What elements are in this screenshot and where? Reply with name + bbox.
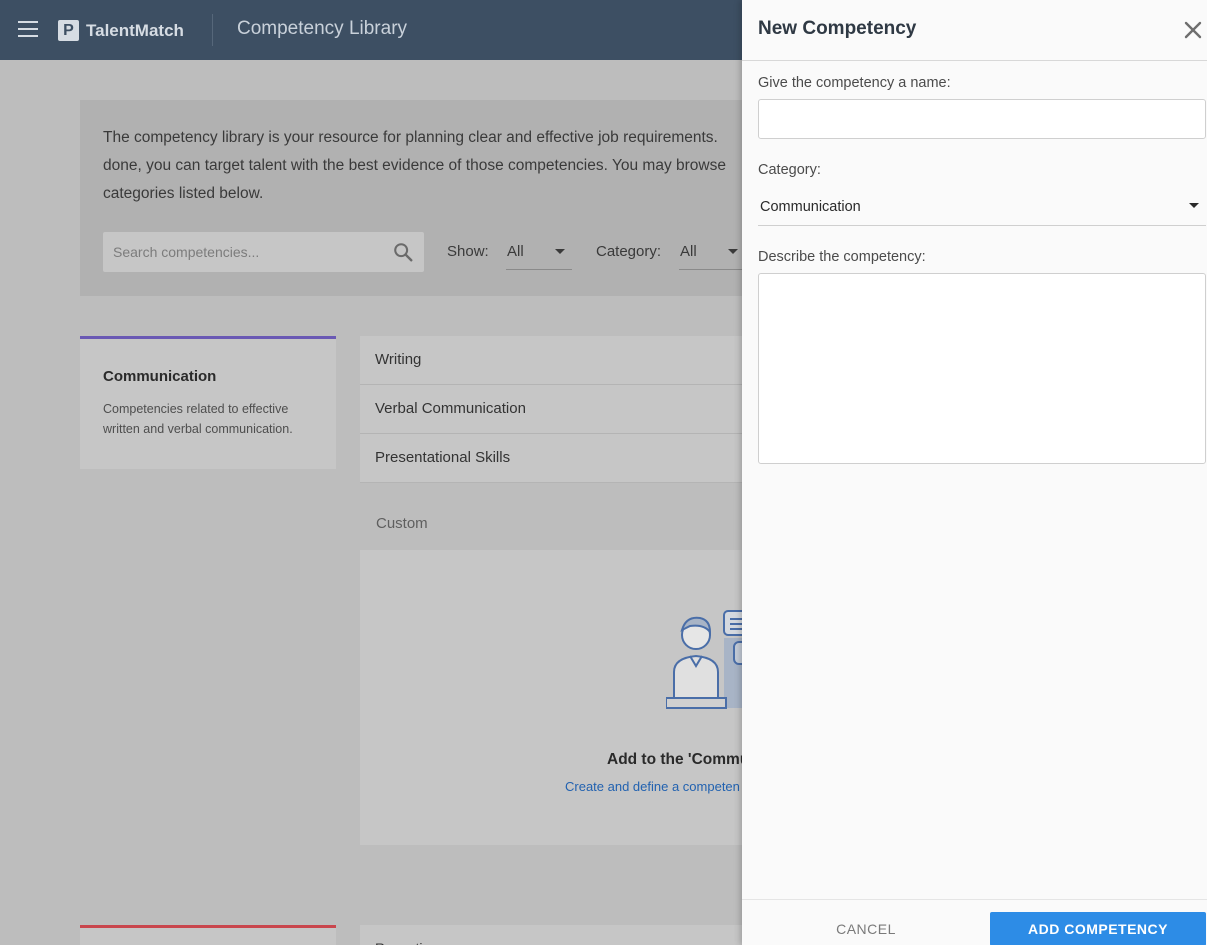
chevron-down-icon [555,249,565,254]
category-select[interactable]: Communication [758,189,1206,226]
category-filter-value: All [680,243,697,260]
divider [212,14,213,46]
category-title: Communication [103,368,217,385]
competency-description-field[interactable] [758,273,1206,464]
chevron-down-icon [728,249,738,254]
show-filter-label: Show: [447,243,489,260]
search-icon[interactable] [392,241,414,263]
add-competency-button[interactable]: ADD COMPETENCY [990,912,1206,945]
create-competency-link[interactable]: Create and define a competen [565,779,740,794]
logo-icon: P [58,20,79,41]
category-select-value: Communication [760,199,861,215]
page-title: Competency Library [237,18,408,39]
show-filter-value: All [507,243,524,260]
list-item[interactable]: Verbal Communication [360,385,760,434]
cancel-button[interactable]: CANCEL [804,912,928,945]
list-item[interactable]: Writing [360,336,760,385]
new-competency-drawer: New Competency Give the competency a nam… [742,0,1207,945]
custom-empty-state: Add to the 'Commu Create and define a co… [360,550,766,845]
description-field-label: Describe the competency: [758,249,926,265]
menu-icon[interactable] [18,21,38,37]
brand-name: TalentMatch [86,21,184,40]
category-card-receptive[interactable] [80,925,336,945]
drawer-footer: CANCEL ADD COMPETENCY [742,899,1207,945]
info-panel: The competency library is your resource … [80,100,780,296]
list-item[interactable]: Receptive [360,925,760,945]
category-description: Competencies related to effective writte… [103,402,293,436]
competency-list: Writing Verbal Communication Presentatio… [360,336,760,483]
search-input[interactable]: Search competencies... [103,232,424,272]
category-filter-select[interactable]: All [679,232,745,270]
drawer-header: New Competency [742,0,1207,61]
category-filter-label: Category: [596,243,662,260]
custom-section-label: Custom [376,515,428,532]
competency-name-field[interactable] [758,99,1206,139]
list-item[interactable]: Presentational Skills [360,434,760,483]
category-card-communication[interactable]: Communication Competencies related to ef… [80,336,336,469]
chevron-down-icon [1189,203,1199,208]
name-field-label: Give the competency a name: [758,75,951,91]
drawer-title: New Competency [758,18,917,39]
show-filter-select[interactable]: All [506,232,572,270]
close-icon[interactable] [1183,20,1203,40]
intro-text: The competency library is your resource … [103,129,726,202]
custom-empty-title: Add to the 'Commu [607,751,750,768]
category-field-label: Category: [758,162,821,178]
search-placeholder: Search competencies... [113,244,260,260]
